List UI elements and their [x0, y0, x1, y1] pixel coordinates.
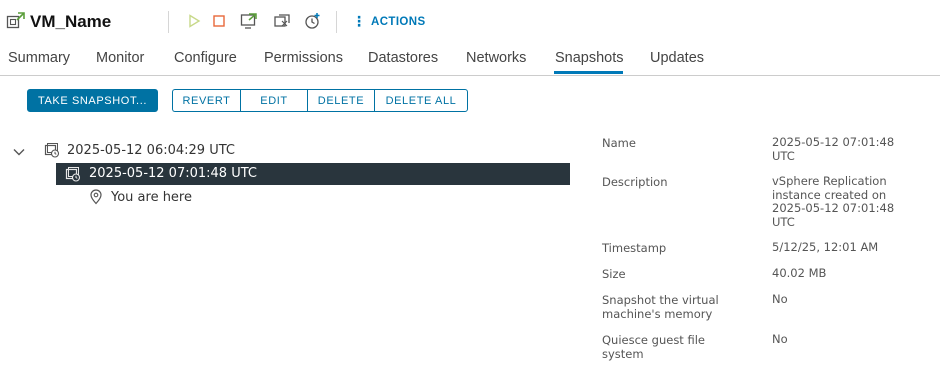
snapshot-clock-icon	[305, 13, 320, 29]
toolbar-divider	[336, 11, 337, 33]
detail-value-memory: No	[772, 292, 788, 306]
detail-label-description: Description	[602, 175, 668, 189]
detail-value-name: 2025-05-12 07:01:48 UTC	[772, 135, 895, 163]
tab-snapshots[interactable]: Snapshots	[555, 50, 624, 66]
vertical-dots-icon: ⋮	[352, 14, 366, 30]
tab-permissions[interactable]: Permissions	[264, 50, 343, 66]
chevron-down-icon[interactable]	[12, 144, 26, 158]
delete-all-button[interactable]: DELETE ALL	[374, 89, 468, 112]
detail-label-name: Name	[602, 136, 636, 150]
you-are-here-label: You are here	[111, 190, 192, 205]
active-tab-indicator	[554, 71, 623, 74]
snapshot-icon	[65, 167, 81, 182]
power-on-button[interactable]	[184, 11, 204, 31]
snapshot-manage-button[interactable]	[303, 11, 323, 31]
stop-icon	[213, 15, 225, 27]
vm-icon	[6, 11, 26, 31]
tab-monitor[interactable]: Monitor	[96, 50, 144, 66]
tab-datastores[interactable]: Datastores	[368, 50, 438, 66]
power-off-button[interactable]	[209, 11, 229, 31]
tree-node-label: 2025-05-12 06:04:29 UTC	[67, 143, 235, 158]
detail-value-timestamp: 5/12/25, 12:01 AM	[772, 240, 879, 254]
play-icon	[189, 14, 201, 28]
actions-menu-button[interactable]: ⋮ ACTIONS	[352, 13, 426, 31]
tab-summary[interactable]: Summary	[8, 50, 70, 66]
detail-label-timestamp: Timestamp	[602, 241, 667, 255]
tab-configure[interactable]: Configure	[174, 50, 237, 66]
launch-console-button[interactable]	[239, 11, 259, 31]
toolbar-divider	[168, 11, 169, 33]
tab-bar: Summary Monitor Configure Permissions Da…	[0, 44, 940, 76]
tab-updates[interactable]: Updates	[650, 50, 704, 66]
location-pin-icon	[90, 189, 102, 205]
console-icon	[240, 13, 257, 29]
tab-networks[interactable]: Networks	[466, 50, 526, 66]
detail-value-size: 40.02 MB	[772, 266, 827, 280]
detail-label-size: Size	[602, 267, 626, 281]
detail-label-quiesce: Quiesce guest file system	[602, 333, 705, 361]
migrate-icon	[274, 14, 290, 27]
tree-node-selected[interactable]: 2025-05-12 07:01:48 UTC	[56, 163, 570, 185]
detail-value-quiesce: No	[772, 332, 788, 346]
vm-name-title: VM_Name	[27, 10, 151, 34]
edit-button[interactable]: EDIT	[240, 89, 307, 112]
detail-label-memory: Snapshot the virtual machine's memory	[602, 293, 719, 321]
migrate-button[interactable]	[272, 11, 292, 31]
revert-button[interactable]: REVERT	[172, 89, 240, 112]
actions-label: ACTIONS	[371, 16, 426, 28]
tree-node-label: 2025-05-12 07:01:48 UTC	[89, 166, 257, 181]
snapshot-action-group: REVERT EDIT DELETE DELETE ALL	[172, 89, 468, 112]
take-snapshot-button[interactable]: TAKE SNAPSHOT...	[27, 89, 158, 112]
snapshot-icon	[44, 143, 60, 158]
detail-value-description: vSphere Replication instance created on …	[772, 174, 895, 229]
delete-button[interactable]: DELETE	[307, 89, 374, 112]
